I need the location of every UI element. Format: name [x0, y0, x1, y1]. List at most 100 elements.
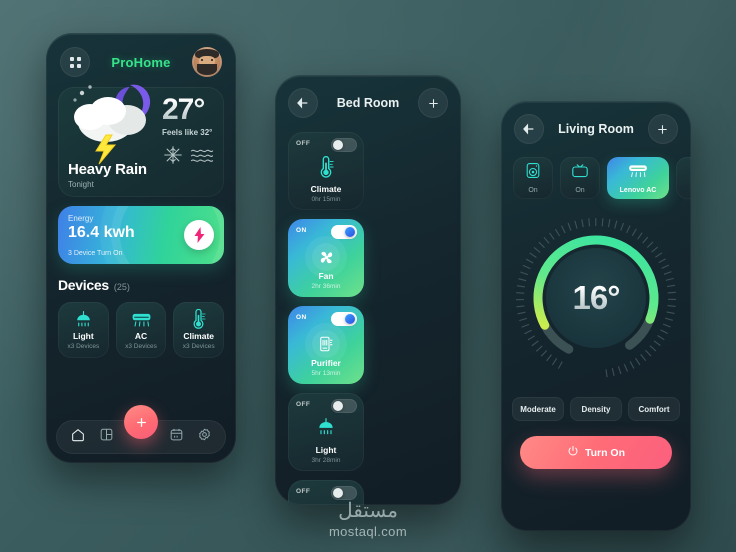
energy-value: 16.4 kwh: [68, 224, 135, 241]
energy-card[interactable]: Energy 16.4 kwh 3 Device Turn On: [58, 206, 224, 264]
tile-toggle[interactable]: [331, 138, 357, 152]
tile-light[interactable]: OFF Light 3hr 28min: [288, 393, 364, 471]
dashboard-icon[interactable]: [99, 427, 114, 447]
devices-list: Light x3 Devices AC x3 Devices Climate x…: [58, 302, 225, 358]
device-card-light[interactable]: Light x3 Devices: [58, 302, 109, 358]
chip-washing-machine[interactable]: On: [513, 157, 553, 199]
device-sub: x3 Devices: [67, 343, 100, 350]
lightning-bolt-icon[interactable]: [184, 220, 214, 250]
mode-density[interactable]: Density: [570, 397, 622, 421]
thermometer-icon: [190, 309, 207, 329]
air-conditioner-icon: [627, 163, 649, 184]
thermometer-icon: [288, 156, 364, 178]
add-device-fab[interactable]: [124, 405, 158, 439]
settings-gear-icon[interactable]: [197, 427, 212, 447]
home-icon[interactable]: [70, 427, 86, 448]
wind-waves-icon: [190, 149, 214, 162]
app-brand-title: ProHome: [111, 54, 171, 70]
chip-label: Lenovo AC: [619, 186, 657, 194]
tile-toggle[interactable]: [331, 225, 357, 239]
weather-condition: Heavy Rain: [68, 161, 147, 178]
weather-when: Tonight: [68, 180, 94, 189]
chip-thermostat[interactable]: Off: [676, 157, 691, 199]
weather-feels-like: Feels like 32°: [162, 128, 213, 137]
power-icon: [567, 445, 579, 460]
plus-icon[interactable]: [418, 88, 448, 118]
device-sub: x3 Devices: [182, 343, 215, 350]
tile-purifier[interactable]: ON Purifier 5hr 13min: [288, 306, 364, 384]
tile-state: OFF: [296, 401, 311, 408]
tile-state: OFF: [296, 488, 311, 495]
weather-readings: 27° Feels like 32°: [162, 95, 215, 166]
ceiling-lamp-icon: [74, 310, 93, 329]
watermark: مستقل mostaql.com: [0, 498, 736, 539]
room-title: Living Room: [558, 122, 634, 136]
bedroom-device-tiles: OFF Climate 0hr 15min ON Fan 2hr 36min O…: [288, 132, 448, 505]
washing-machine-icon: [525, 162, 541, 184]
device-sub: x3 Devices: [125, 343, 157, 350]
devices-section-header: Devices (25): [58, 277, 224, 293]
thermometer-icon: [689, 162, 691, 185]
device-card-climate[interactable]: Climate x3 Devices: [173, 302, 225, 358]
tile-climate[interactable]: OFF Climate 0hr 15min: [288, 132, 364, 210]
devices-count: (25): [113, 282, 130, 292]
phone-screen-bedroom: Bed Room OFF Climate 0hr 15min ON Fan 2h…: [275, 75, 461, 505]
device-name: Light: [72, 331, 94, 341]
calendar-icon[interactable]: [169, 427, 184, 447]
fan-icon: [288, 243, 364, 271]
tile-toggle[interactable]: [331, 312, 357, 326]
turn-on-button[interactable]: Turn On: [520, 436, 672, 469]
snowflake-icon: [164, 146, 182, 164]
chip-lenovo-ac[interactable]: Lenovo AC: [607, 157, 669, 199]
watermark-latin: mostaql.com: [328, 524, 408, 539]
home-header: ProHome: [46, 33, 236, 77]
turn-on-label: Turn On: [584, 446, 626, 459]
weather-condition-block: Heavy Rain Tonight: [68, 161, 147, 189]
devices-title: Devices: [58, 277, 109, 293]
ceiling-lamp-icon: [288, 417, 364, 437]
tile-name: Fan: [318, 271, 334, 281]
livingroom-header: Living Room: [501, 101, 691, 144]
air-conditioner-icon: [131, 310, 152, 329]
device-name: AC: [134, 331, 148, 341]
watermark-arabic: مستقل: [338, 500, 398, 522]
tile-time: 5hr 13min: [311, 370, 341, 377]
air-purifier-icon: [288, 330, 364, 358]
mode-buttons: Moderate Density Comfort: [512, 397, 680, 421]
mode-comfort[interactable]: Comfort: [628, 397, 680, 421]
plus-icon[interactable]: [647, 114, 678, 144]
tile-fan[interactable]: ON Fan 2hr 36min: [288, 219, 364, 297]
bedroom-header: Bed Room: [275, 75, 461, 118]
thunderstorm-cloud-moon-icon: [73, 84, 151, 165]
device-name: Climate: [183, 331, 215, 341]
grid-menu-icon[interactable]: [60, 47, 90, 77]
temperature-dial[interactable]: 16°: [513, 215, 679, 381]
tile-toggle[interactable]: [331, 399, 357, 413]
tile-name: Climate: [310, 184, 342, 194]
tile-state: ON: [296, 314, 307, 321]
weather-widget[interactable]: 27° Feels like 32° Heavy Rain Tonight: [58, 84, 224, 197]
user-avatar[interactable]: [191, 47, 222, 77]
weather-temperature: 27°: [162, 95, 215, 125]
tile-name: Purifier: [311, 358, 341, 368]
tile-state: ON: [296, 227, 307, 234]
tile-name: Light: [315, 445, 337, 455]
device-card-ac[interactable]: AC x3 Devices: [115, 302, 167, 358]
chip-television[interactable]: On: [560, 157, 600, 199]
television-icon: [571, 163, 589, 184]
energy-label: Energy: [68, 214, 94, 223]
back-arrow-icon[interactable]: [514, 114, 544, 144]
chip-label: On: [528, 187, 538, 194]
back-arrow-icon[interactable]: [288, 88, 318, 118]
phone-screen-home: ProHome 27° Feels like 32° Heavy Rain To…: [46, 33, 236, 463]
mode-moderate[interactable]: Moderate: [512, 397, 564, 421]
tile-state: OFF: [296, 140, 311, 147]
dial-value: 16°: [572, 279, 621, 316]
room-title: Bed Room: [336, 96, 400, 110]
energy-subtitle: 3 Device Turn On: [68, 250, 123, 257]
chip-label: On: [575, 186, 585, 194]
livingroom-device-chips: On On Lenovo AC: [513, 157, 691, 199]
phone-screen-livingroom: Living Room On On Lenovo AC 16° Moderate…: [501, 101, 691, 531]
tile-time: 0hr 15min: [311, 196, 341, 203]
tile-time: 3hr 28min: [311, 457, 341, 464]
